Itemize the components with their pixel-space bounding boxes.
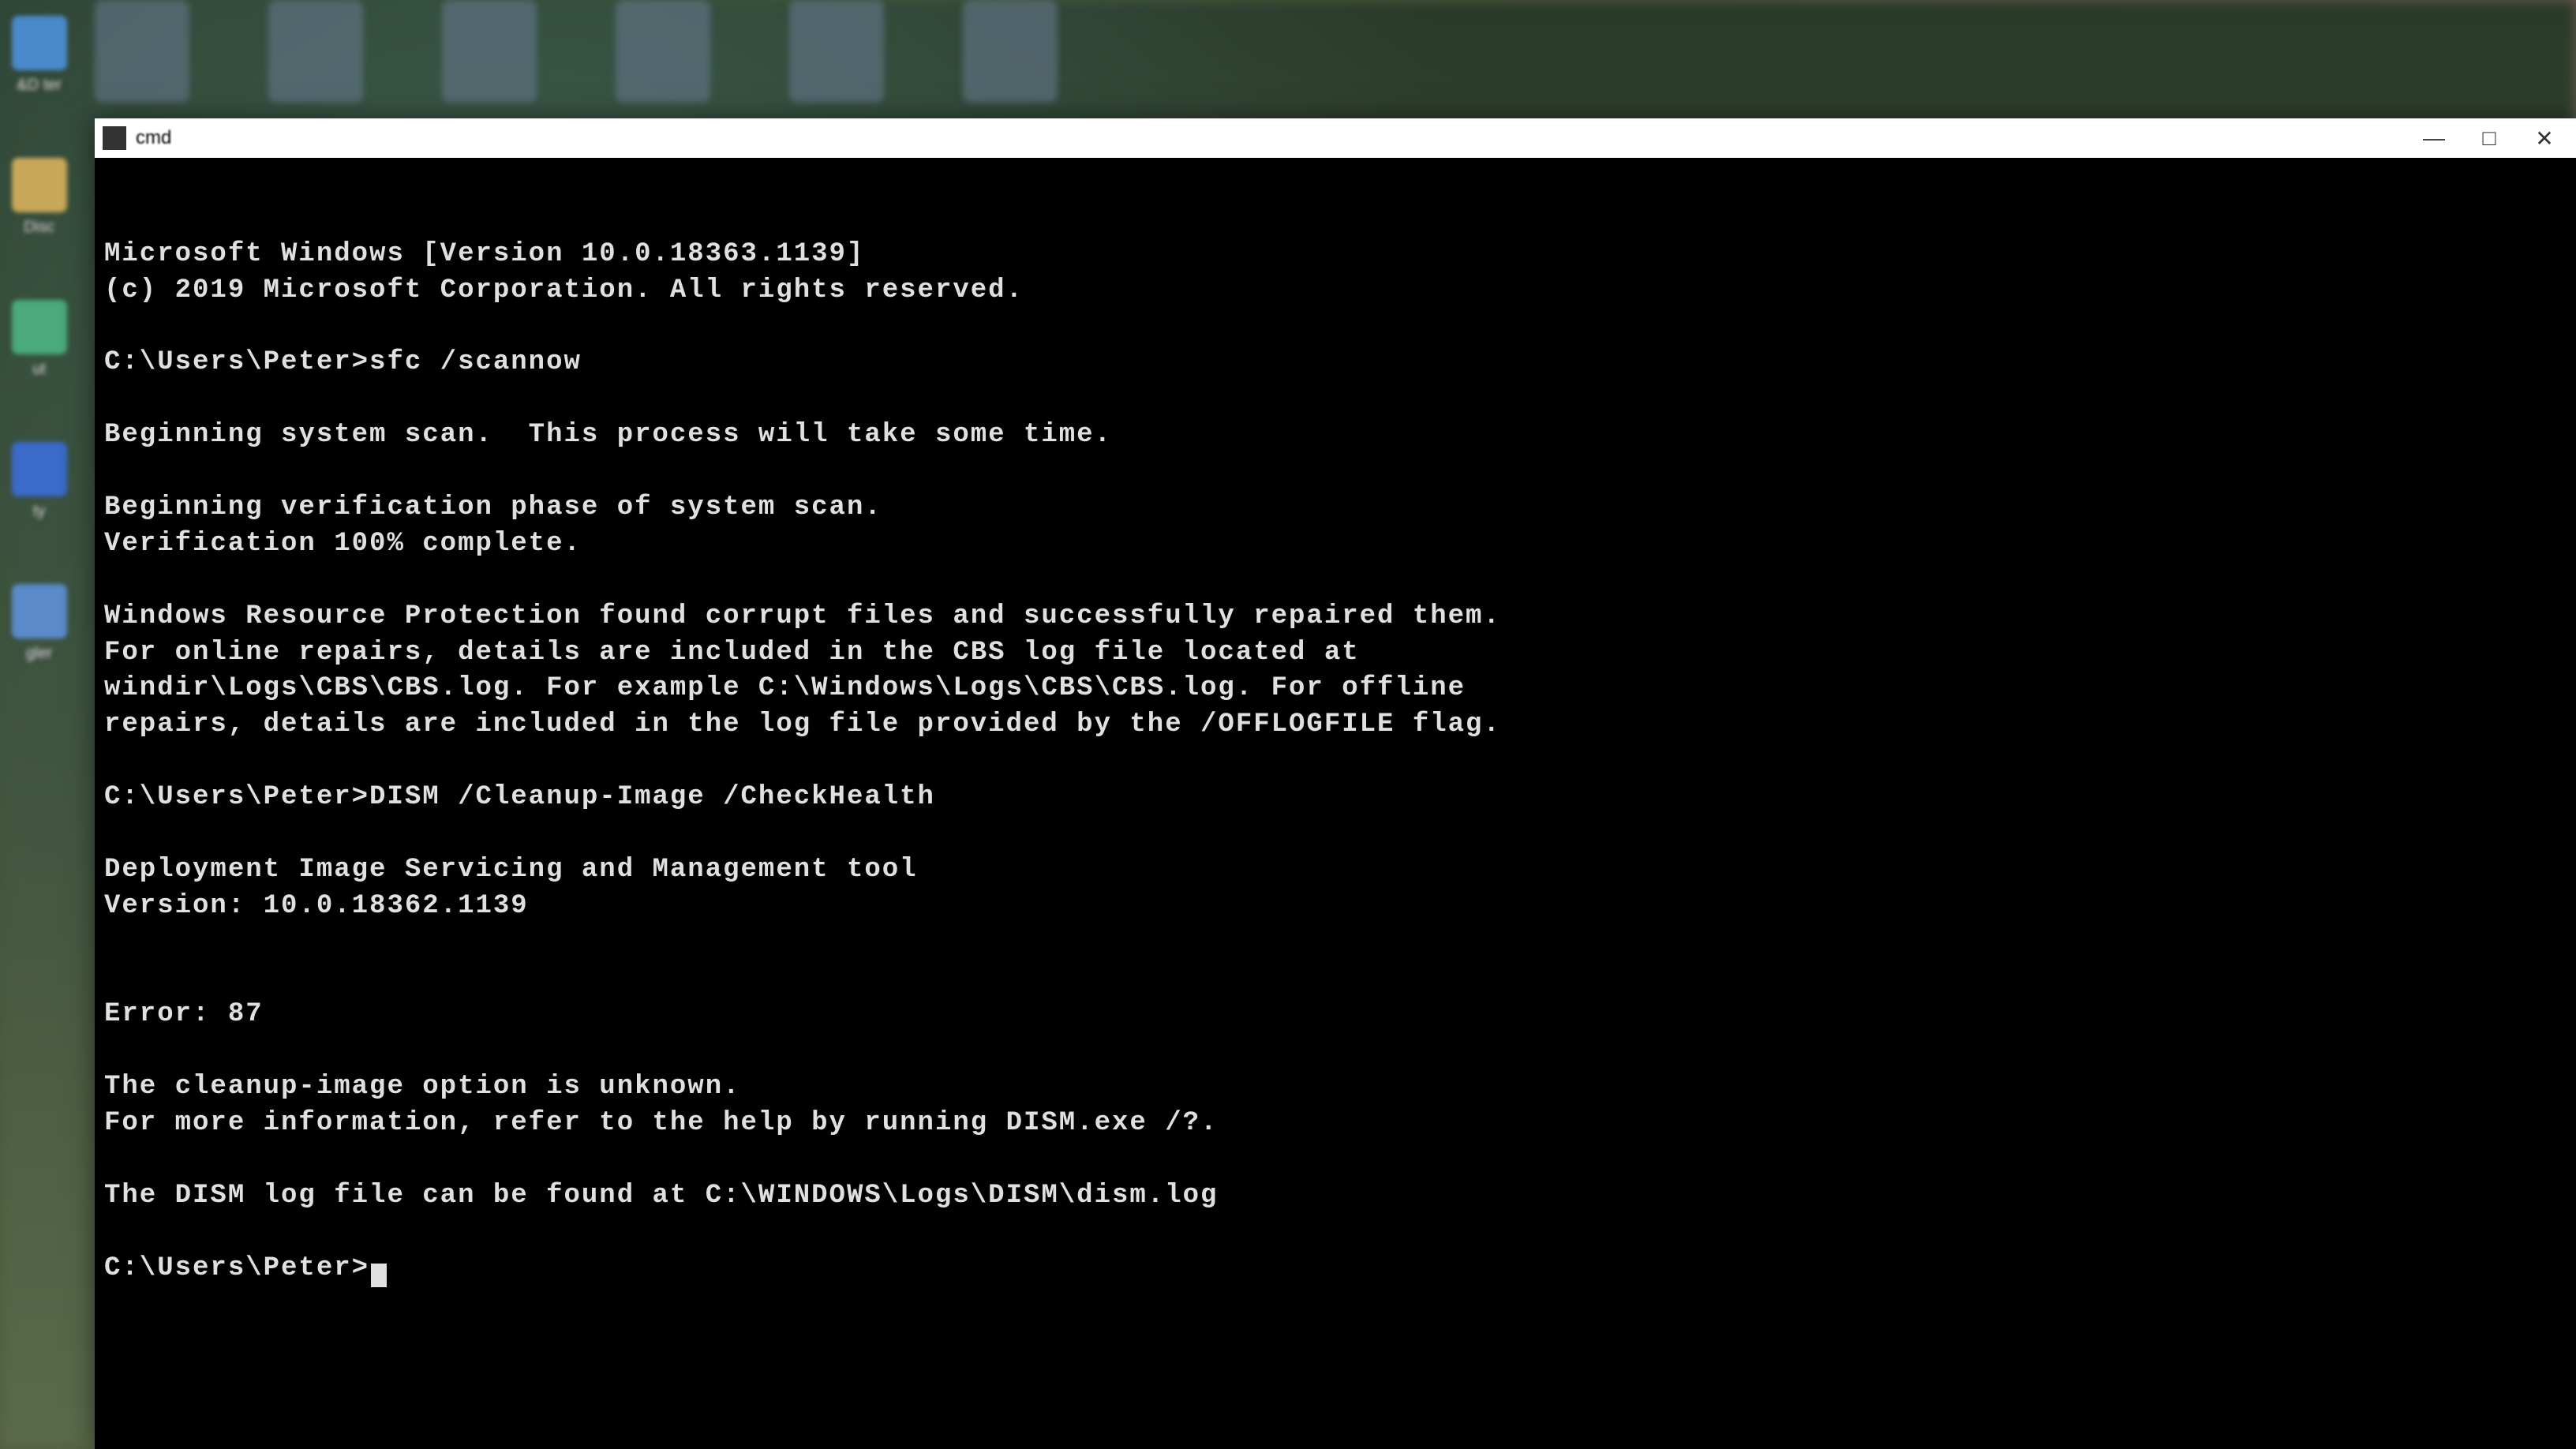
desktop-shortcut[interactable]	[442, 0, 537, 103]
terminal-line	[104, 961, 2567, 998]
terminal-line: windir\Logs\CBS\CBS.log. For example C:\…	[104, 671, 2567, 707]
terminal-line	[104, 454, 2567, 490]
cursor	[371, 1264, 387, 1287]
terminal-line: Deployment Image Servicing and Managemen…	[104, 852, 2567, 889]
desktop-shortcut[interactable]: &D ter	[0, 16, 79, 95]
desktop-shortcut[interactable]: ty	[0, 442, 79, 521]
desktop-shortcut[interactable]	[789, 0, 884, 103]
terminal-line: Version: 10.0.18362.1139	[104, 889, 2567, 925]
desktop-icons-row	[95, 0, 2576, 118]
terminal-line: Beginning verification phase of system s…	[104, 490, 2567, 526]
shortcut-icon	[12, 158, 67, 212]
shortcut-label: ut	[33, 361, 47, 379]
maximize-button[interactable]: □	[2473, 122, 2505, 154]
desktop-shortcut[interactable]: gler	[0, 584, 79, 663]
terminal-line: Verification 100% complete.	[104, 526, 2567, 563]
terminal-line: For online repairs, details are included…	[104, 635, 2567, 672]
desktop-shortcut[interactable]	[616, 0, 710, 103]
shortcut-label: &D ter	[17, 77, 62, 95]
terminal-line: C:\Users\Peter>DISM /Cleanup-Image /Chec…	[104, 780, 2567, 816]
desktop-shortcut[interactable]	[963, 0, 1058, 103]
terminal-line	[104, 925, 2567, 961]
desktop-shortcut[interactable]: Disc	[0, 158, 79, 237]
terminal-line	[104, 743, 2567, 780]
terminal-line	[104, 1215, 2567, 1251]
titlebar[interactable]: cmd — □ ✕	[95, 118, 2576, 158]
shortcut-icon	[12, 442, 67, 496]
shortcut-label: gler	[26, 645, 52, 663]
shortcut-label: Disc	[24, 219, 55, 237]
desktop-shortcut[interactable]: ut	[0, 300, 79, 379]
terminal-line: C:\Users\Peter>	[104, 1251, 2567, 1287]
window-controls: — □ ✕	[2418, 118, 2576, 158]
shortcut-label: ty	[33, 503, 46, 521]
shortcut-icon	[12, 584, 67, 638]
desktop-shortcut[interactable]	[95, 0, 189, 103]
terminal-line: repairs, details are included in the log…	[104, 707, 2567, 743]
desktop-icons-column: &D ter Disc ut ty gler	[0, 0, 95, 1449]
desktop-shortcut[interactable]	[268, 0, 363, 103]
terminal-line: Beginning system scan. This process will…	[104, 417, 2567, 454]
terminal-line: Error: 87	[104, 997, 2567, 1033]
close-button[interactable]: ✕	[2529, 122, 2560, 154]
cmd-icon	[103, 126, 126, 150]
terminal-line: The DISM log file can be found at C:\WIN…	[104, 1178, 2567, 1215]
shortcut-icon	[12, 16, 67, 70]
terminal-line: (c) 2019 Microsoft Corporation. All righ…	[104, 273, 2567, 309]
terminal-line	[104, 1142, 2567, 1178]
terminal-line	[104, 816, 2567, 852]
terminal-line: For more information, refer to the help …	[104, 1106, 2567, 1142]
command-prompt-window: cmd — □ ✕ Microsoft Windows [Version 10.…	[95, 118, 2576, 1449]
terminal-output[interactable]: Microsoft Windows [Version 10.0.18363.11…	[95, 158, 2576, 1449]
terminal-line	[104, 309, 2567, 346]
terminal-line	[104, 1033, 2567, 1069]
terminal-line	[104, 381, 2567, 417]
window-title: cmd	[136, 127, 171, 149]
terminal-line: The cleanup-image option is unknown.	[104, 1069, 2567, 1106]
terminal-line: C:\Users\Peter>sfc /scannow	[104, 345, 2567, 381]
minimize-button[interactable]: —	[2418, 122, 2450, 154]
terminal-line: Windows Resource Protection found corrup…	[104, 599, 2567, 635]
terminal-line	[104, 563, 2567, 599]
terminal-line: Microsoft Windows [Version 10.0.18363.11…	[104, 237, 2567, 273]
shortcut-icon	[12, 300, 67, 354]
